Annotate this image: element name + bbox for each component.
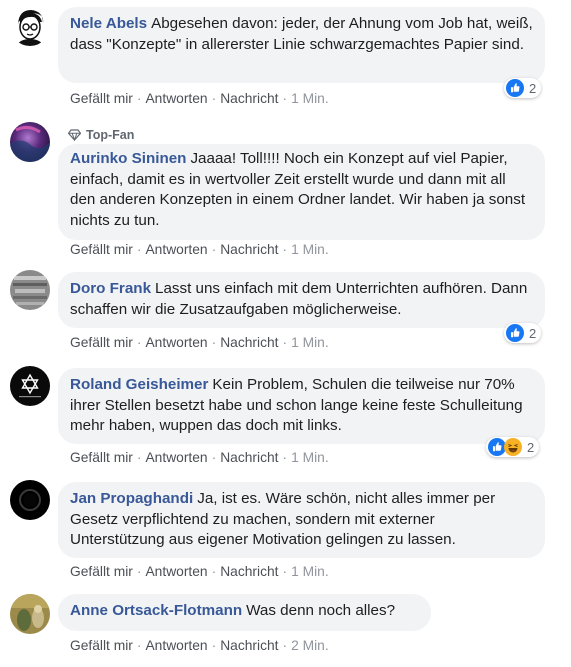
- author-name[interactable]: Aurinko Sininen: [70, 150, 186, 167]
- reaction-summary[interactable]: 2: [486, 437, 540, 457]
- separator: ·: [136, 91, 142, 106]
- author-name[interactable]: Jan Propaghandi: [70, 490, 193, 507]
- reply-link[interactable]: Antworten: [145, 450, 207, 465]
- avatar[interactable]: [10, 6, 50, 46]
- comment: Anne Ortsack-Flotmann Was denn noch alles…: [0, 586, 571, 667]
- comment-bubble: Doro Frank Lasst uns einfach mit dem Unte…: [58, 272, 545, 328]
- separator: ·: [211, 335, 217, 350]
- like-link[interactable]: Gefällt mir: [70, 564, 133, 579]
- message-link[interactable]: Nachricht: [220, 564, 278, 579]
- avatar[interactable]: [10, 122, 50, 162]
- separator: ·: [211, 564, 217, 579]
- message-link[interactable]: Nachricht: [220, 91, 278, 106]
- separator: ·: [282, 450, 288, 465]
- reply-link[interactable]: Antworten: [145, 638, 207, 653]
- comment-actions: Gefällt mir · Antworten · Nachricht · 1 Min.: [70, 335, 329, 350]
- reply-link[interactable]: Antworten: [145, 242, 207, 257]
- timestamp[interactable]: 1 Min.: [291, 564, 329, 579]
- separator: ·: [136, 242, 142, 257]
- separator: ·: [136, 564, 142, 579]
- reaction-summary[interactable]: 2: [504, 323, 542, 343]
- like-icon: [506, 79, 524, 97]
- separator: ·: [136, 450, 142, 465]
- comment-bubble: Anne Ortsack-Flotmann Was denn noch alles…: [58, 594, 431, 631]
- comment: Doro Frank Lasst uns einfach mit dem Unte…: [0, 262, 571, 358]
- separator: ·: [282, 335, 288, 350]
- comment-actions: Gefällt mir · Antworten · Nachricht · 1 Min.: [70, 91, 329, 106]
- message-link[interactable]: Nachricht: [220, 450, 278, 465]
- avatar[interactable]: [10, 366, 50, 406]
- comment: Roland Geisheimer Kein Problem, Schulen d…: [0, 358, 571, 472]
- comment-actions: Gefällt mir · Antworten · Nachricht · 2 Min.: [70, 638, 329, 653]
- separator: ·: [211, 91, 217, 106]
- comment-actions: Gefällt mir · Antworten · Nachricht · 1 Min.: [70, 564, 329, 579]
- timestamp[interactable]: 1 Min.: [291, 450, 329, 465]
- author-name[interactable]: Roland Geisheimer: [70, 376, 208, 393]
- reply-link[interactable]: Antworten: [145, 564, 207, 579]
- comment-bubble: Roland Geisheimer Kein Problem, Schulen d…: [58, 368, 545, 444]
- separator: ·: [282, 638, 288, 653]
- separator: ·: [211, 242, 217, 257]
- reaction-count: 2: [529, 325, 537, 341]
- like-link[interactable]: Gefällt mir: [70, 242, 133, 257]
- reaction-count: 2: [529, 80, 537, 96]
- author-name[interactable]: Doro Frank: [70, 280, 151, 297]
- comment-text: Was denn noch alles?: [246, 602, 396, 619]
- reaction-count: 2: [527, 439, 535, 455]
- like-link[interactable]: Gefällt mir: [70, 450, 133, 465]
- message-link[interactable]: Nachricht: [220, 242, 278, 257]
- timestamp[interactable]: 1 Min.: [291, 335, 329, 350]
- like-link[interactable]: Gefällt mir: [70, 335, 133, 350]
- badge-label: Top-Fan: [86, 128, 135, 142]
- like-icon: [506, 324, 524, 342]
- separator: ·: [136, 335, 142, 350]
- avatar[interactable]: [10, 594, 50, 634]
- reaction-summary[interactable]: 2: [504, 78, 542, 98]
- separator: ·: [282, 91, 288, 106]
- author-name[interactable]: Nele Abels: [70, 15, 147, 32]
- top-fan-badge: Top-Fan: [68, 126, 134, 144]
- separator: ·: [211, 450, 217, 465]
- comment: Nele Abels Abgesehen davon: jeder, der Ah…: [0, 0, 571, 112]
- message-link[interactable]: Nachricht: [220, 335, 278, 350]
- like-link[interactable]: Gefällt mir: [70, 91, 133, 106]
- reply-link[interactable]: Antworten: [145, 91, 207, 106]
- avatar[interactable]: [10, 270, 50, 310]
- reply-link[interactable]: Antworten: [145, 335, 207, 350]
- comment-bubble: Nele Abels Abgesehen davon: jeder, der Ah…: [58, 7, 545, 83]
- separator: ·: [136, 638, 142, 653]
- diamond-icon: [68, 129, 81, 141]
- comment: Top-Fan Aurinko Sininen Jaaaa! Toll!!!! N…: [0, 112, 571, 262]
- comment-bubble: Aurinko Sininen Jaaaa! Toll!!!! Noch ein …: [58, 144, 545, 240]
- separator: ·: [211, 638, 217, 653]
- comment: Jan Propaghandi Ja, ist es. Wäre schön, n…: [0, 472, 571, 586]
- message-link[interactable]: Nachricht: [220, 638, 278, 653]
- comment-actions: Gefällt mir · Antworten · Nachricht · 1 Min.: [70, 242, 329, 257]
- comment-actions: Gefällt mir · Antworten · Nachricht · 1 Min.: [70, 450, 329, 465]
- separator: ·: [282, 564, 288, 579]
- timestamp[interactable]: 1 Min.: [291, 91, 329, 106]
- comment-bubble: Jan Propaghandi Ja, ist es. Wäre schön, n…: [58, 482, 545, 558]
- separator: ·: [282, 242, 288, 257]
- haha-icon: [504, 438, 522, 456]
- like-link[interactable]: Gefällt mir: [70, 638, 133, 653]
- timestamp[interactable]: 1 Min.: [291, 242, 329, 257]
- timestamp[interactable]: 2 Min.: [291, 638, 329, 653]
- avatar[interactable]: [10, 480, 50, 520]
- author-name[interactable]: Anne Ortsack-Flotmann: [70, 602, 242, 619]
